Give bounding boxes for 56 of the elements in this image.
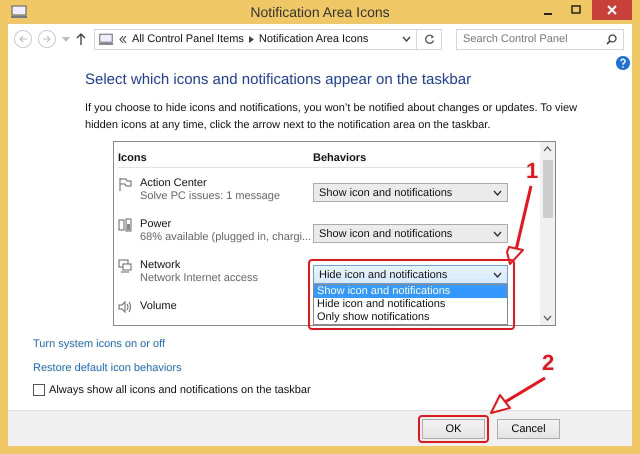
step-number: 2: [542, 352, 554, 374]
window-title: Notification Area Icons: [250, 4, 390, 20]
search-icon: [606, 34, 617, 44]
maximize-icon: [571, 5, 581, 15]
column-header: Behaviors: [313, 152, 366, 164]
breadcrumb[interactable]: Notification Area Icons: [258, 33, 368, 45]
minimize-icon: [544, 13, 552, 15]
icon-name: Action Center: [140, 177, 208, 189]
dialog-button[interactable]: OK: [422, 418, 485, 438]
arrow-left-icon: [18, 34, 28, 44]
icon-status: Solve PC issues: 1 message: [140, 190, 280, 202]
page-heading: Select which icons and notifications appear on the taskbar: [85, 70, 472, 90]
search-field[interactable]: Search Control Panel: [456, 28, 624, 50]
column-header: Icons: [118, 152, 148, 164]
close-button[interactable]: [592, 0, 632, 20]
chevron-down-icon: [493, 272, 502, 278]
link[interactable]: Turn system icons on or off: [33, 338, 166, 350]
chevron-right-icon: [248, 36, 254, 42]
dropdown-option[interactable]: Hide icon and notifications: [314, 298, 507, 311]
refresh-icon: [424, 34, 434, 44]
behavior-dropdown[interactable]: Hide icon and notifications: [313, 265, 508, 284]
behavior-dropdown[interactable]: Show icon and notifications: [313, 224, 508, 243]
close-icon: [607, 5, 617, 15]
chevron-down-icon: [493, 230, 502, 236]
chevron-up-icon[interactable]: [543, 146, 552, 152]
annotation-arrow: [490, 376, 546, 414]
speaker-icon: [118, 300, 132, 314]
chevron-down-icon[interactable]: [543, 315, 552, 321]
flag-icon: [118, 177, 132, 191]
breadcrumb[interactable]: All Control Panel Items: [132, 33, 244, 45]
step-number: 1: [526, 160, 538, 182]
arrow-right-icon: [42, 34, 52, 44]
checkbox-label: Always show all icons and notifications on the taskbar: [49, 384, 311, 396]
double-chevron-icon: [119, 36, 127, 42]
network-icon: [118, 259, 132, 273]
help-icon[interactable]: [616, 56, 630, 70]
computer-icon: [10, 5, 28, 19]
icon-name: Power: [140, 218, 172, 230]
dropdown-option[interactable]: Only show notifications: [314, 311, 507, 324]
scrollbar-thumb[interactable]: [542, 160, 552, 218]
scrollbar[interactable]: [540, 142, 555, 325]
link[interactable]: Restore default icon behaviors: [33, 362, 182, 374]
chevron-down-icon[interactable]: [402, 36, 411, 42]
behavior-dropdown[interactable]: Show icon and notifications: [313, 183, 508, 202]
icon-name: Network: [140, 259, 182, 271]
address-bar[interactable]: All Control Panel Items Notification Area Icons: [94, 28, 442, 50]
checkbox[interactable]: [33, 384, 45, 396]
icon-status: Network Internet access: [140, 272, 258, 284]
chevron-down-icon: [493, 190, 502, 196]
icon-status: 68% available (plugged in, chargi...: [140, 231, 312, 243]
description-text: If you choose to hide icons and notifications, you won’t be notified about changes or updates. To view hidden icons at any time, click the arrow next to the notification area on the taskbar.: [85, 101, 578, 133]
computer-icon: [98, 32, 114, 46]
up-arrow-icon[interactable]: [76, 33, 86, 45]
icon-name: Volume: [140, 300, 177, 312]
battery-plug-icon: [118, 218, 132, 232]
dialog-button[interactable]: Cancel: [497, 418, 560, 438]
